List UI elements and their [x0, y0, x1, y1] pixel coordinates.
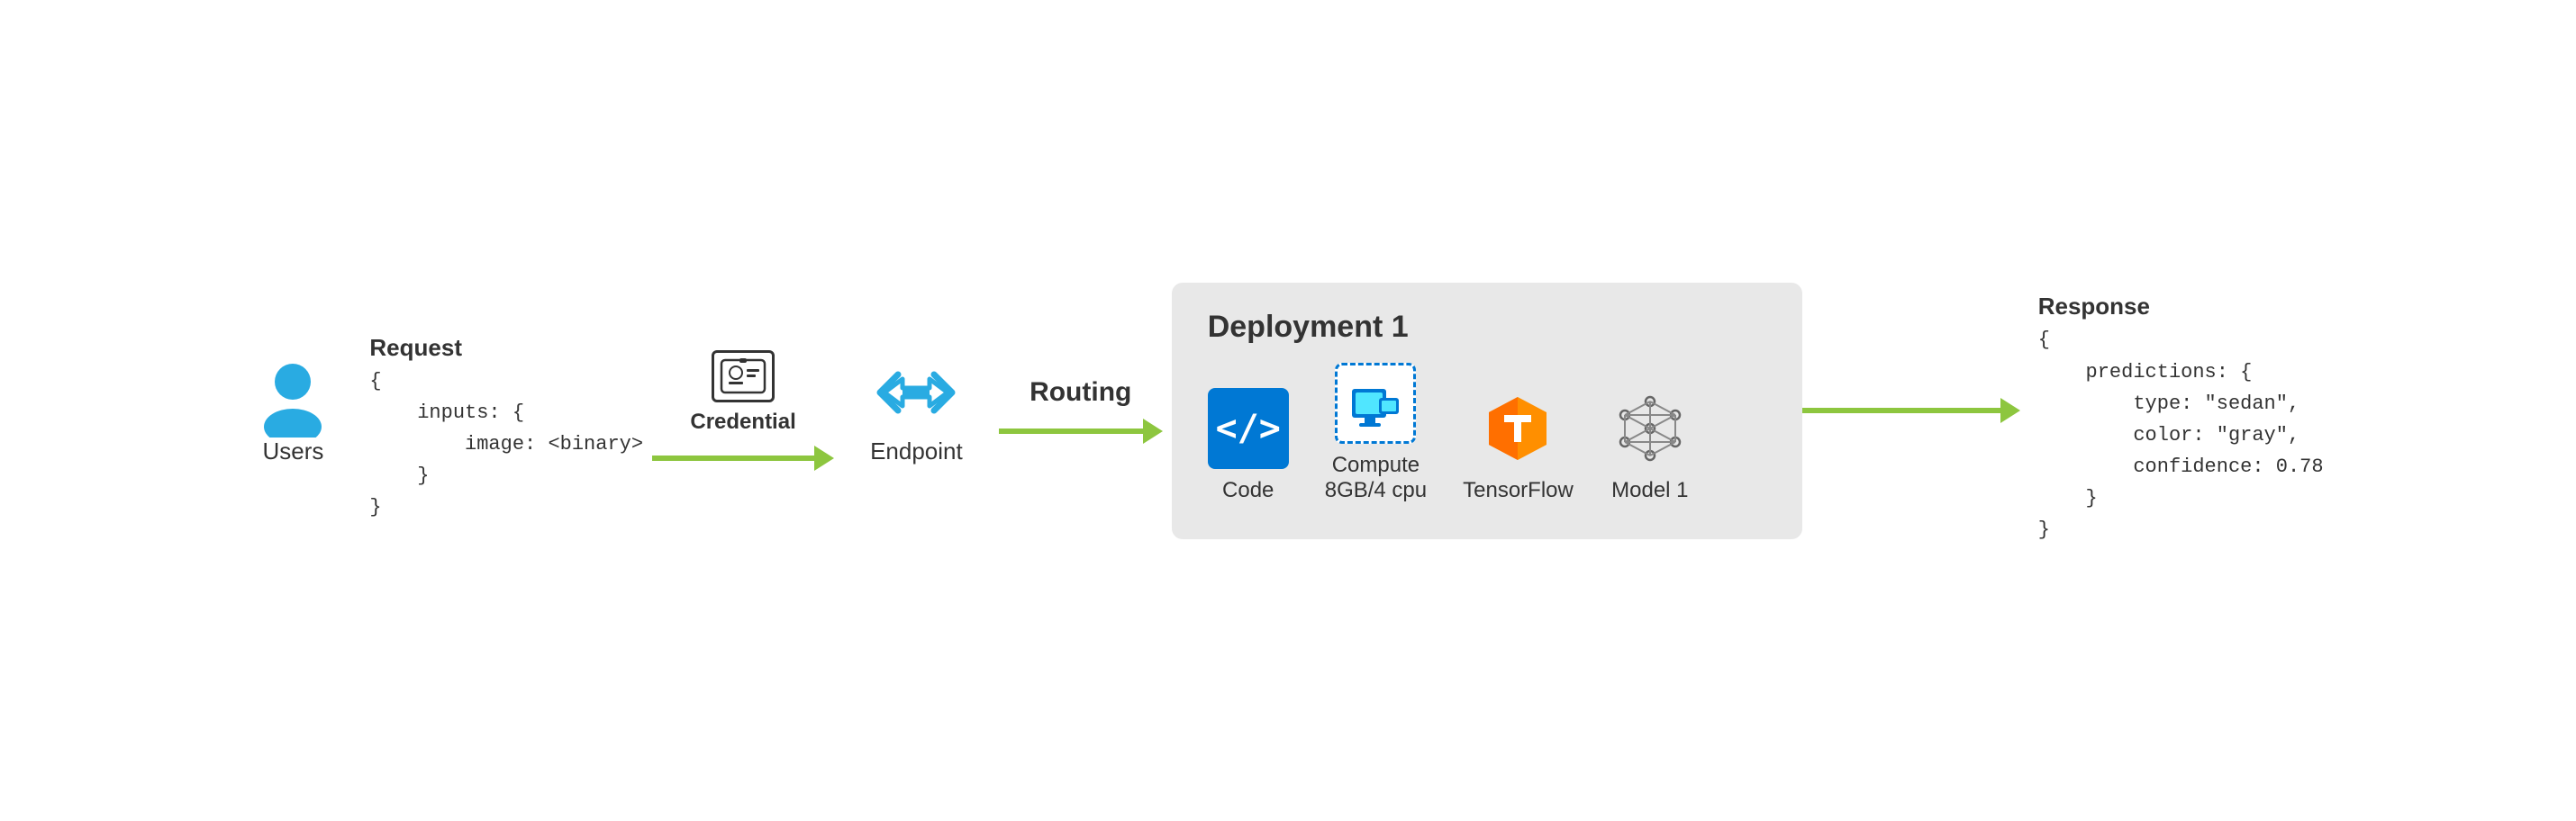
deployment-icons: </> Code	[1208, 363, 1766, 503]
arrow-head-2	[1143, 419, 1163, 444]
arrow-line-2	[999, 429, 1143, 434]
routing-label-container: Routing	[1029, 377, 1131, 408]
code-label: Code	[1222, 478, 1274, 503]
deploy-item-code: </> Code	[1208, 388, 1289, 503]
exit-arrow	[1802, 398, 2020, 423]
credential-label: Credential	[690, 410, 795, 435]
tensorflow-svg	[1482, 392, 1554, 465]
users-column: Users	[252, 356, 333, 465]
credential-arrow-group: Credential	[652, 350, 834, 471]
model-icon-box	[1610, 388, 1691, 469]
credential-arrow	[652, 446, 834, 471]
tensorflow-label: TensorFlow	[1463, 478, 1574, 503]
routing-label: Routing	[1029, 377, 1131, 407]
compute-svg-icon	[1345, 373, 1406, 434]
arrow-line-3	[1802, 408, 2000, 413]
diagram-container: Users Request { inputs: { image: <binary…	[0, 0, 2576, 821]
credential-icon	[712, 350, 775, 402]
users-request-group: Users Request { inputs: { image: <binary…	[252, 298, 643, 524]
response-block: Response { predictions: { type: "sedan",…	[2038, 293, 2324, 546]
tensorflow-icon-box	[1477, 388, 1558, 469]
deploy-item-tensorflow: TensorFlow	[1463, 388, 1574, 503]
request-label: Request	[369, 334, 643, 362]
arrow-head-3	[2000, 398, 2020, 423]
model-label: Model 1	[1611, 478, 1688, 503]
endpoint-label: Endpoint	[870, 438, 963, 465]
flow-wrapper: Users Request { inputs: { image: <binary…	[252, 275, 2323, 546]
credential-card-icon	[720, 358, 766, 394]
request-code: { inputs: { image: <binary> } }	[369, 365, 643, 524]
request-block: Request { inputs: { image: <binary> } }	[369, 334, 643, 524]
response-label: Response	[2038, 293, 2324, 320]
model-svg-icon	[1614, 392, 1686, 465]
users-label: Users	[262, 438, 323, 465]
user-icon	[252, 356, 333, 438]
compute-label: Compute 8GB/4 cpu	[1325, 453, 1427, 503]
compute-icon-box	[1335, 363, 1416, 444]
routing-arrow	[999, 419, 1163, 444]
deployment-title: Deployment 1	[1208, 310, 1766, 345]
endpoint-section: Endpoint	[870, 356, 963, 465]
arrow-line-1	[652, 456, 814, 461]
code-icon: </>	[1216, 408, 1281, 449]
arrow-head-1	[814, 446, 834, 471]
routing-arrow-group: Routing	[999, 377, 1163, 444]
deploy-item-model: Model 1	[1610, 388, 1691, 503]
endpoint-icon	[875, 356, 957, 429]
deployment-box: Deployment 1 </> Code	[1172, 283, 1802, 539]
credential-section: Credential	[690, 350, 795, 435]
code-icon-box: </>	[1208, 388, 1289, 469]
deploy-item-compute: Compute 8GB/4 cpu	[1325, 363, 1427, 503]
response-code: { predictions: { type: "sedan", color: "…	[2038, 324, 2324, 546]
